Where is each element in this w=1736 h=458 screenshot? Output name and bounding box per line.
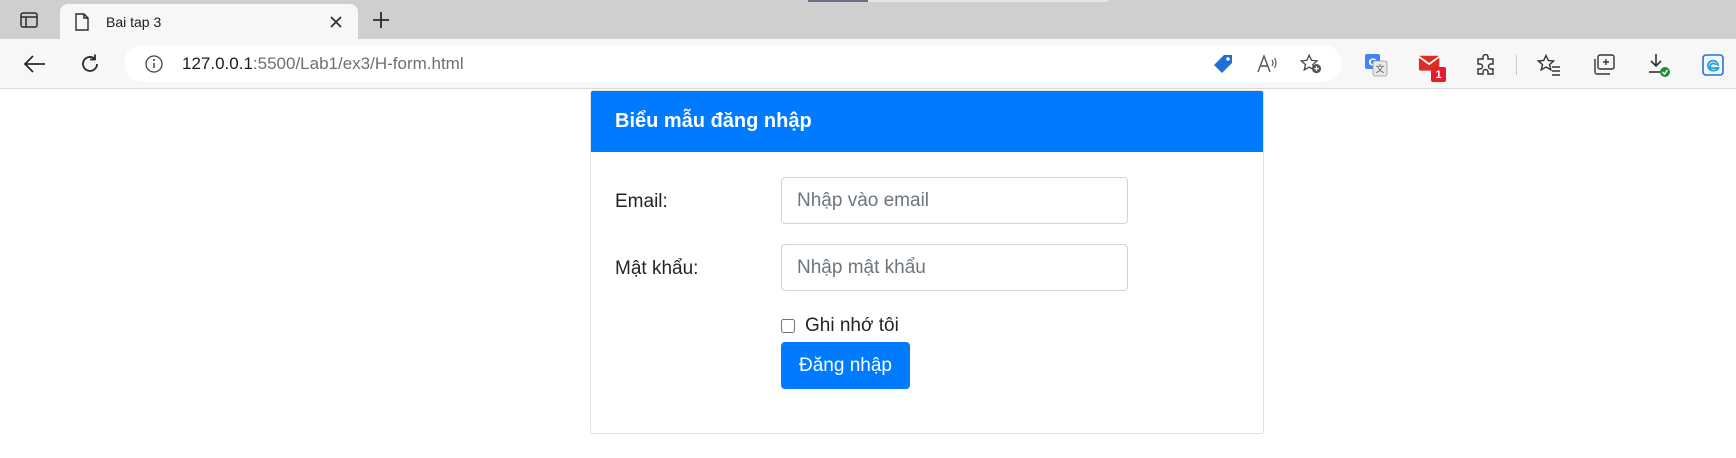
login-card: Biểu mẫu đăng nhập Email: Mật khẩu: Ghi … — [590, 90, 1264, 434]
plus-icon[interactable] — [366, 6, 396, 34]
favorite-add-icon[interactable] — [1300, 53, 1322, 75]
address-url: 127.0.0.1:5500/Lab1/ex3/H-form.html — [182, 54, 464, 74]
mail-badge: 1 — [1431, 67, 1446, 82]
extensions-icon[interactable] — [1473, 52, 1499, 78]
read-aloud-icon[interactable] — [1256, 53, 1278, 75]
info-icon[interactable] — [144, 54, 164, 74]
tab-strip-accent — [808, 0, 868, 2]
svg-text:文: 文 — [1375, 63, 1384, 75]
address-path: :5500/Lab1/ex3/H-form.html — [252, 53, 464, 73]
remember-me-checkbox[interactable] — [781, 319, 795, 333]
tab-active[interactable]: Bai tap 3 — [60, 4, 358, 39]
login-button[interactable]: Đăng nhập — [781, 342, 910, 389]
back-icon[interactable] — [19, 48, 51, 80]
tab-actions-icon[interactable] — [14, 7, 44, 33]
collections-icon[interactable] — [1591, 52, 1617, 78]
remember-me-group: Ghi nhớ tôi — [781, 315, 899, 337]
close-icon[interactable] — [324, 10, 348, 34]
email-label: Email: — [615, 191, 668, 212]
address-host: 127.0.0.1 — [182, 53, 253, 73]
refresh-icon[interactable] — [74, 48, 106, 80]
favorites-icon[interactable] — [1536, 52, 1562, 78]
page-icon — [72, 12, 92, 32]
address-bar[interactable]: 127.0.0.1:5500/Lab1/ex3/H-form.html — [124, 45, 1342, 82]
edge-bar-icon[interactable] — [1700, 52, 1726, 78]
downloads-icon[interactable] — [1646, 52, 1672, 78]
remember-me-label[interactable]: Ghi nhớ tôi — [805, 315, 899, 337]
tab-strip-accent — [868, 0, 1108, 2]
tag-icon[interactable] — [1212, 53, 1234, 75]
email-field[interactable] — [781, 177, 1128, 224]
translate-icon[interactable]: G文 — [1363, 52, 1389, 78]
password-label: Mật khẩu: — [615, 258, 699, 279]
password-field[interactable] — [781, 244, 1128, 291]
card-header-title: Biểu mẫu đăng nhập — [591, 91, 1263, 152]
browser-toolbar: 127.0.0.1:5500/Lab1/ex3/H-form.html G文 1 — [0, 39, 1736, 89]
tab-title: Bai tap 3 — [106, 13, 162, 30]
toolbar-divider — [1516, 55, 1517, 75]
tab-strip: Bai tap 3 — [0, 0, 1736, 39]
